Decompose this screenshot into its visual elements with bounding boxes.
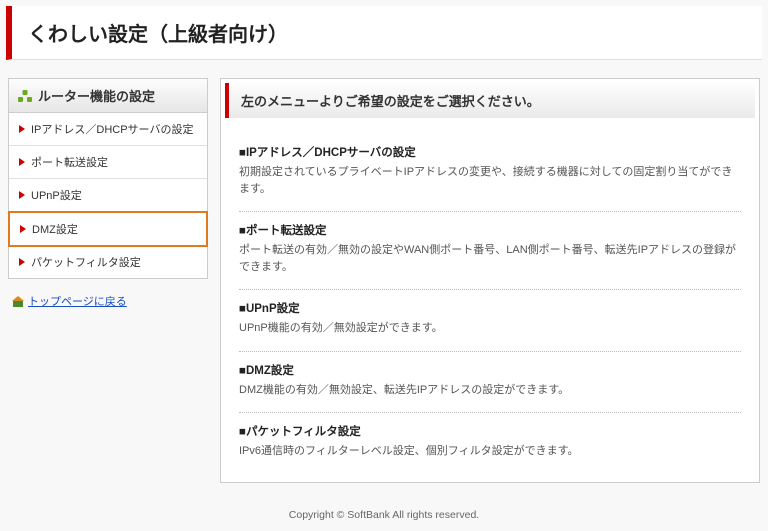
- page-title: くわしい設定（上級者向け）: [28, 18, 746, 47]
- arrow-icon: [19, 125, 25, 133]
- top-link-row: トップページに戻る: [8, 293, 208, 309]
- sidebar-item-packet-filter[interactable]: パケットフィルタ設定: [9, 246, 207, 278]
- main-heading: 左のメニューよりご希望の設定をご選択ください。: [225, 83, 755, 118]
- top-page-link[interactable]: トップページに戻る: [28, 293, 127, 309]
- sidebar-item-port-forward[interactable]: ポート転送設定: [9, 146, 207, 179]
- sidebar-item-label: UPnP設定: [31, 187, 82, 203]
- page-header: くわしい設定（上級者向け）: [6, 6, 762, 60]
- sidebar-title-label: ルーター機能の設定: [38, 86, 155, 105]
- sidebar-title: ルーター機能の設定: [9, 79, 207, 113]
- sidebar-item-upnp[interactable]: UPnP設定: [9, 179, 207, 212]
- section-desc: 初期設定されているプライベートIPアドレスの変更や、接続する機器に対しての固定割…: [239, 164, 741, 197]
- section-desc: ポート転送の有効／無効の設定やWAN側ポート番号、LAN側ポート番号、転送先IP…: [239, 242, 741, 275]
- sidebar-menu: ルーター機能の設定 IPアドレス／DHCPサーバの設定 ポート転送設定 UPnP…: [8, 78, 208, 279]
- section-desc: IPv6通信時のフィルターレベル設定、個別フィルタ設定ができます。: [239, 443, 741, 460]
- section-desc: UPnP機能の有効／無効設定ができます。: [239, 320, 741, 337]
- sidebar: ルーター機能の設定 IPアドレス／DHCPサーバの設定 ポート転送設定 UPnP…: [8, 78, 208, 483]
- arrow-icon: [19, 258, 25, 266]
- sidebar-item-dmz[interactable]: DMZ設定: [8, 211, 208, 247]
- section-title: ■IPアドレス／DHCPサーバの設定: [239, 144, 741, 160]
- sidebar-item-label: IPアドレス／DHCPサーバの設定: [31, 121, 193, 137]
- section-upnp: ■UPnP設定 UPnP機能の有効／無効設定ができます。: [239, 290, 741, 352]
- home-icon: [12, 296, 24, 307]
- content-area: ■IPアドレス／DHCPサーバの設定 初期設定されているプライベートIPアドレス…: [221, 122, 759, 482]
- sidebar-item-label: DMZ設定: [32, 221, 78, 237]
- main-container: ルーター機能の設定 IPアドレス／DHCPサーバの設定 ポート転送設定 UPnP…: [0, 60, 768, 491]
- section-port-forward: ■ポート転送設定 ポート転送の有効／無効の設定やWAN側ポート番号、LAN側ポー…: [239, 212, 741, 290]
- arrow-icon: [19, 191, 25, 199]
- section-dmz: ■DMZ設定 DMZ機能の有効／無効設定、転送先IPアドレスの設定ができます。: [239, 352, 741, 414]
- section-ip-dhcp: ■IPアドレス／DHCPサーバの設定 初期設定されているプライベートIPアドレス…: [239, 134, 741, 212]
- arrow-icon: [19, 158, 25, 166]
- sidebar-item-label: パケットフィルタ設定: [31, 254, 141, 270]
- sidebar-item-label: ポート転送設定: [31, 154, 108, 170]
- sidebar-item-ip-dhcp[interactable]: IPアドレス／DHCPサーバの設定: [9, 113, 207, 146]
- section-title: ■DMZ設定: [239, 362, 741, 378]
- main-panel: 左のメニューよりご希望の設定をご選択ください。 ■IPアドレス／DHCPサーバの…: [220, 78, 760, 483]
- section-title: ■パケットフィルタ設定: [239, 423, 741, 439]
- footer: Copyright © SoftBank All rights reserved…: [0, 491, 768, 531]
- section-title: ■UPnP設定: [239, 300, 741, 316]
- arrow-icon: [20, 225, 26, 233]
- copyright-text: Copyright © SoftBank All rights reserved…: [289, 509, 479, 521]
- network-icon: [18, 90, 32, 102]
- section-title: ■ポート転送設定: [239, 222, 741, 238]
- section-desc: DMZ機能の有効／無効設定、転送先IPアドレスの設定ができます。: [239, 382, 741, 399]
- section-packet-filter: ■パケットフィルタ設定 IPv6通信時のフィルターレベル設定、個別フィルタ設定が…: [239, 413, 741, 474]
